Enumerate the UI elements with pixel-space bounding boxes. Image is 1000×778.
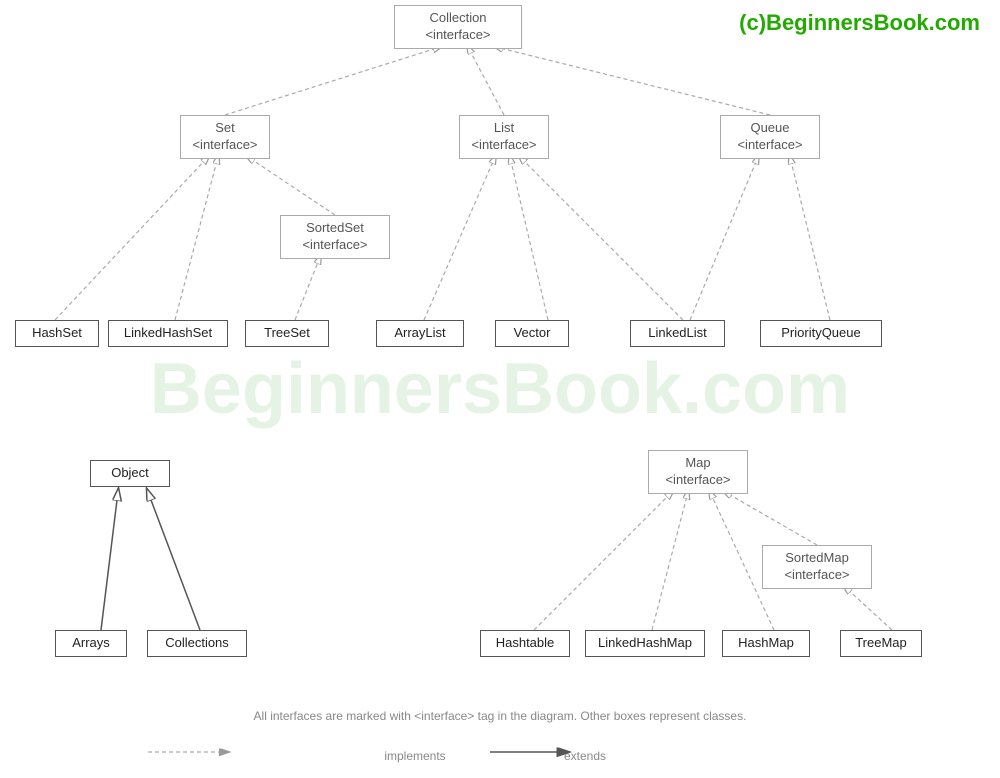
priorityqueue-label: PriorityQueue [781, 325, 860, 340]
watermark: BeginnersBook.com [150, 348, 850, 430]
vector-to-list-line [510, 157, 548, 320]
vector-label: Vector [514, 325, 551, 340]
hashtable-label: Hashtable [496, 635, 555, 650]
treeset-label: TreeSet [264, 325, 310, 340]
hashtable-to-map-line [534, 492, 672, 630]
linkedhashmap-to-map-line [652, 492, 688, 630]
extends-legend: extends [540, 729, 630, 763]
arraylist-label: ArrayList [394, 325, 445, 340]
linkedlist-node: LinkedList [630, 320, 725, 347]
arrays-node: Arrays [55, 630, 127, 657]
treemap-label: TreeMap [855, 635, 907, 650]
set-node: Set <interface> [180, 115, 270, 159]
hashset-to-set-line [55, 157, 208, 320]
priorityqueue-node: PriorityQueue [760, 320, 882, 347]
set-to-collection-line [225, 47, 440, 115]
footer-note: All interfaces are marked with <interfac… [0, 709, 1000, 723]
hashtable-node: Hashtable [480, 630, 570, 657]
set-label: Set <interface> [192, 120, 257, 152]
treeset-to-sortedset-line [295, 257, 320, 320]
hashset-label: HashSet [32, 325, 82, 340]
treemap-to-sortedmap-line [845, 587, 892, 630]
treeset-node: TreeSet [245, 320, 329, 347]
arrays-to-object-line [101, 492, 118, 630]
implements-label: implements [384, 749, 445, 763]
sortedset-to-set-line [248, 157, 335, 215]
object-label: Object [111, 465, 149, 480]
priorityqueue-to-queue-line [790, 157, 830, 320]
arraylist-node: ArrayList [376, 320, 464, 347]
list-to-collection-line [468, 47, 504, 115]
linkedlist-to-list-line [520, 157, 683, 320]
queue-label: Queue <interface> [737, 120, 802, 152]
sortedmap-to-map-line [725, 492, 817, 545]
extends-label: extends [564, 749, 606, 763]
sortedmap-label: SortedMap <interface> [784, 550, 849, 582]
map-node: Map <interface> [648, 450, 748, 494]
implements-legend: implements [370, 729, 460, 763]
list-node: List <interface> [459, 115, 549, 159]
linkedhashset-node: LinkedHashSet [108, 320, 228, 347]
hashset-node: HashSet [15, 320, 99, 347]
linkedhashset-to-set-line [175, 157, 218, 320]
collection-node: Collection <interface> [394, 5, 522, 49]
linkedhashmap-label: LinkedHashMap [598, 635, 692, 650]
list-label: List <interface> [471, 120, 536, 152]
map-label: Map <interface> [665, 455, 730, 487]
legend: implements extends [0, 729, 1000, 763]
linkedhashset-label: LinkedHashSet [124, 325, 212, 340]
arrays-label: Arrays [72, 635, 110, 650]
collections-node: Collections [147, 630, 247, 657]
sortedset-node: SortedSet <interface> [280, 215, 390, 259]
hashmap-node: HashMap [722, 630, 810, 657]
hashmap-label: HashMap [738, 635, 794, 650]
queue-to-collection-line [496, 47, 770, 115]
collection-label: Collection <interface> [425, 10, 490, 42]
sortedmap-node: SortedMap <interface> [762, 545, 872, 589]
collections-to-object-line [148, 492, 200, 630]
linkedhashmap-node: LinkedHashMap [585, 630, 705, 657]
treemap-node: TreeMap [840, 630, 922, 657]
vector-node: Vector [495, 320, 569, 347]
sortedset-label: SortedSet <interface> [302, 220, 367, 252]
queue-node: Queue <interface> [720, 115, 820, 159]
linkedlist-label: LinkedList [648, 325, 707, 340]
footer-note-text: All interfaces are marked with <interfac… [254, 709, 747, 723]
collections-label: Collections [165, 635, 229, 650]
object-node: Object [90, 460, 170, 487]
linkedlist-to-queue-line [690, 157, 758, 320]
arraylist-to-list-line [424, 157, 495, 320]
brand-label: (c)BeginnersBook.com [739, 10, 980, 36]
diagram-container: BeginnersBook.com (c)BeginnersBook.com [0, 0, 1000, 778]
